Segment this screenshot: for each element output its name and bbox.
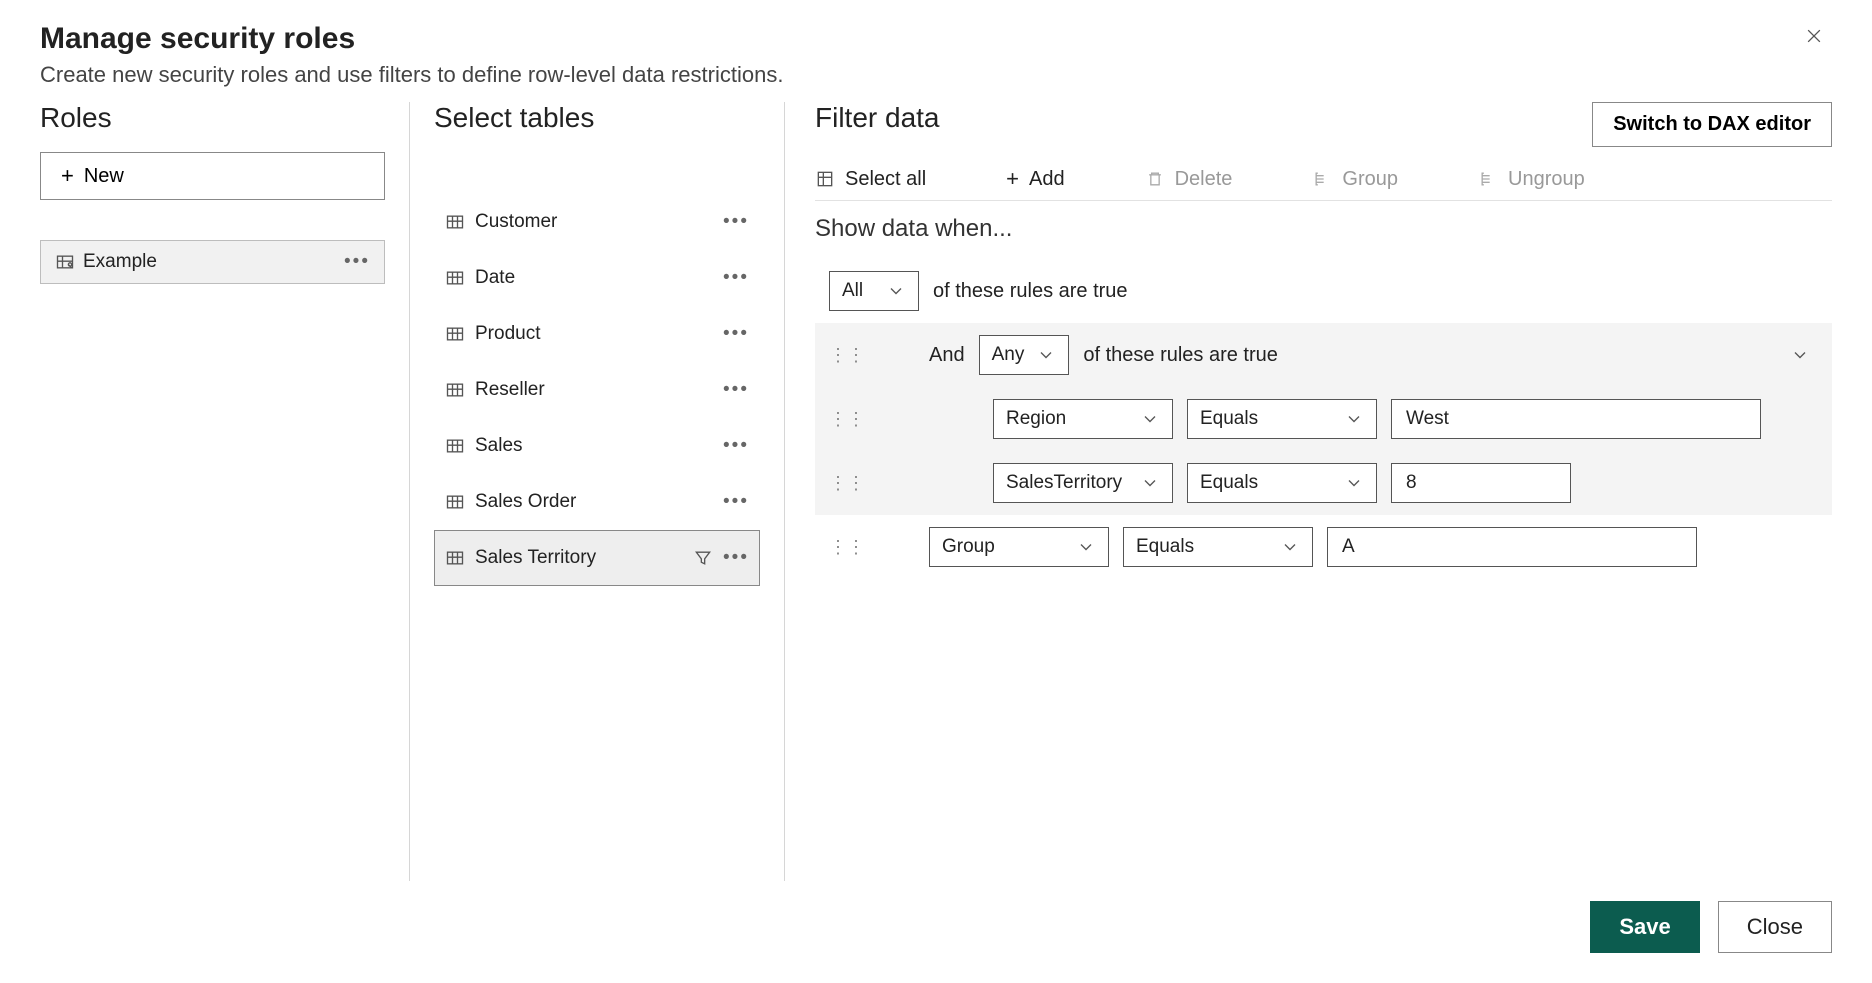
table-item-reseller[interactable]: Reseller ••• xyxy=(434,362,760,418)
table-icon xyxy=(445,268,465,288)
table-name: Reseller xyxy=(475,379,545,401)
ungroup-button: Ungroup xyxy=(1478,168,1585,191)
table-more-icon[interactable]: ••• xyxy=(723,435,749,457)
table-icon xyxy=(445,324,465,344)
new-role-label: New xyxy=(84,165,124,188)
field-dropdown[interactable]: Group xyxy=(929,527,1109,567)
add-label: Add xyxy=(1029,168,1065,191)
value-input[interactable]: West xyxy=(1391,399,1761,439)
switch-dax-button[interactable]: Switch to DAX editor xyxy=(1592,102,1832,147)
table-icon xyxy=(445,492,465,512)
table-name: Sales Order xyxy=(475,491,576,513)
field-value: Group xyxy=(942,536,995,558)
table-more-icon[interactable]: ••• xyxy=(723,491,749,513)
nested-combinator-suffix: of these rules are true xyxy=(1083,344,1278,367)
save-button[interactable]: Save xyxy=(1590,901,1699,953)
role-item[interactable]: Example ••• xyxy=(40,240,385,284)
filter-heading: Filter data xyxy=(815,102,940,134)
value-input[interactable]: A xyxy=(1327,527,1697,567)
value-input[interactable]: 8 xyxy=(1391,463,1571,503)
table-item-sales-order[interactable]: Sales Order ••• xyxy=(434,474,760,530)
tables-heading: Select tables xyxy=(434,102,760,134)
value-text: West xyxy=(1406,408,1449,429)
drag-handle-icon[interactable]: ⋮⋮ xyxy=(829,345,853,366)
table-more-icon[interactable]: ••• xyxy=(723,379,749,401)
nested-combinator-value: Any xyxy=(992,344,1025,366)
table-more-icon[interactable]: ••• xyxy=(723,211,749,233)
field-dropdown[interactable]: Region xyxy=(993,399,1173,439)
chevron-down-icon xyxy=(1140,473,1160,493)
new-role-button[interactable]: New xyxy=(40,152,385,200)
close-button[interactable]: Close xyxy=(1718,901,1832,953)
field-value: SalesTerritory xyxy=(1006,472,1122,494)
table-item-date[interactable]: Date ••• xyxy=(434,250,760,306)
chevron-down-icon xyxy=(1076,537,1096,557)
plus-icon xyxy=(1006,166,1019,192)
role-name: Example xyxy=(83,251,157,273)
operator-dropdown[interactable]: Equals xyxy=(1187,399,1377,439)
delete-rule-button: Delete xyxy=(1145,168,1233,191)
table-more-icon[interactable]: ••• xyxy=(723,267,749,289)
dialog-title: Manage security roles xyxy=(40,22,783,56)
drag-handle-icon[interactable]: ⋮⋮ xyxy=(829,537,853,558)
table-name: Sales Territory xyxy=(475,547,596,569)
drag-handle-icon[interactable]: ⋮⋮ xyxy=(829,473,853,494)
chevron-down-icon xyxy=(1036,345,1056,365)
role-more-icon[interactable]: ••• xyxy=(344,251,370,273)
table-item-sales[interactable]: Sales ••• xyxy=(434,418,760,474)
dialog-subtitle: Create new security roles and use filter… xyxy=(40,62,783,88)
close-icon[interactable] xyxy=(1796,22,1832,50)
and-label: And xyxy=(929,344,965,367)
combinator-suffix: of these rules are true xyxy=(933,280,1128,303)
table-item-product[interactable]: Product ••• xyxy=(434,306,760,362)
group-icon xyxy=(1312,169,1332,189)
chevron-down-icon xyxy=(1280,537,1300,557)
group-button: Group xyxy=(1312,168,1398,191)
chevron-down-icon xyxy=(886,281,906,301)
table-icon xyxy=(445,212,465,232)
table-more-icon[interactable]: ••• xyxy=(723,547,749,569)
filter-icon xyxy=(693,548,713,568)
table-name: Product xyxy=(475,323,540,345)
table-name: Sales xyxy=(475,435,523,457)
operator-value: Equals xyxy=(1136,536,1194,558)
operator-dropdown[interactable]: Equals xyxy=(1123,527,1313,567)
table-icon xyxy=(445,380,465,400)
plus-icon xyxy=(61,163,74,189)
table-name: Date xyxy=(475,267,515,289)
show-data-label: Show data when... xyxy=(815,215,1832,243)
value-text: 8 xyxy=(1406,472,1417,493)
ungroup-icon xyxy=(1478,169,1498,189)
select-all-label: Select all xyxy=(845,168,926,191)
field-dropdown[interactable]: SalesTerritory xyxy=(993,463,1173,503)
collapse-icon[interactable] xyxy=(1790,345,1818,365)
select-all-button[interactable]: Select all xyxy=(815,168,926,191)
table-name: Customer xyxy=(475,211,557,233)
group-label: Group xyxy=(1342,168,1398,191)
combinator-value: All xyxy=(842,280,863,302)
chevron-down-icon xyxy=(1344,473,1364,493)
table-icon xyxy=(445,548,465,568)
table-icon xyxy=(445,436,465,456)
value-text: A xyxy=(1342,536,1355,557)
chevron-down-icon xyxy=(1344,409,1364,429)
combinator-dropdown[interactable]: All xyxy=(829,271,919,311)
operator-value: Equals xyxy=(1200,408,1258,430)
roles-heading: Roles xyxy=(40,102,385,134)
add-rule-button[interactable]: Add xyxy=(1006,166,1064,192)
table-more-icon[interactable]: ••• xyxy=(723,323,749,345)
drag-handle-icon[interactable]: ⋮⋮ xyxy=(829,409,853,430)
operator-dropdown[interactable]: Equals xyxy=(1187,463,1377,503)
nested-combinator-dropdown[interactable]: Any xyxy=(979,335,1070,375)
table-item-sales-territory[interactable]: Sales Territory ••• xyxy=(434,530,760,586)
operator-value: Equals xyxy=(1200,472,1258,494)
field-value: Region xyxy=(1006,408,1066,430)
ungroup-label: Ungroup xyxy=(1508,168,1585,191)
trash-icon xyxy=(1145,169,1165,189)
select-all-icon xyxy=(815,169,835,189)
chevron-down-icon xyxy=(1140,409,1160,429)
delete-label: Delete xyxy=(1175,168,1233,191)
role-icon xyxy=(55,252,75,272)
table-item-customer[interactable]: Customer ••• xyxy=(434,194,760,250)
